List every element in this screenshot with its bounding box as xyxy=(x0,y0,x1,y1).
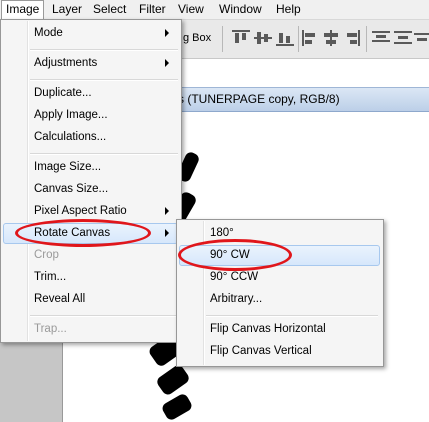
align-horizontal-center-icon[interactable] xyxy=(322,30,340,46)
menu-image[interactable]: Image xyxy=(1,0,45,19)
submenu-arrow-icon xyxy=(165,229,169,237)
menu-help[interactable]: Help xyxy=(272,1,305,18)
image-menu-dropdown: Mode Adjustments Duplicate... Apply Imag… xyxy=(0,19,182,343)
menu-item-rotate-90-ccw[interactable]: 90° CCW xyxy=(177,267,383,289)
menu-item-label: Flip Canvas Horizontal xyxy=(210,323,326,335)
menu-item-calculations[interactable]: Calculations... xyxy=(1,127,181,149)
menu-item-label: Trap... xyxy=(34,323,67,335)
menu-window[interactable]: Window xyxy=(215,1,266,18)
align-top-icon[interactable] xyxy=(232,30,250,46)
toolbar-divider xyxy=(298,26,299,52)
menu-item-apply-image[interactable]: Apply Image... xyxy=(1,105,181,127)
align-bottom-icon[interactable] xyxy=(276,30,294,46)
annotation-ellipse-90-cw xyxy=(178,239,292,271)
submenu-arrow-icon xyxy=(165,59,169,67)
distribute-top-icon[interactable] xyxy=(372,30,390,46)
annotation-ellipse-rotate-canvas xyxy=(15,219,151,247)
align-left-icon[interactable] xyxy=(302,30,320,46)
menu-item-trap: Trap... xyxy=(1,319,181,341)
menu-item-flip-vertical[interactable]: Flip Canvas Vertical xyxy=(177,341,383,363)
menu-item-label: Mode xyxy=(34,27,63,39)
menu-item-canvas-size[interactable]: Canvas Size... xyxy=(1,179,181,201)
align-right-icon[interactable] xyxy=(342,30,360,46)
menu-separator xyxy=(30,79,178,81)
align-vertical-center-icon[interactable] xyxy=(254,30,272,46)
menu-item-trim[interactable]: Trim... xyxy=(1,267,181,289)
menu-item-label: Adjustments xyxy=(34,57,98,69)
menu-item-adjustments[interactable]: Adjustments xyxy=(1,53,181,75)
menu-separator xyxy=(30,153,178,155)
menu-item-label: Apply Image... xyxy=(34,109,108,121)
bounding-box-label: g Box xyxy=(183,32,212,44)
distribute-bottom-icon[interactable] xyxy=(414,30,429,46)
menu-item-duplicate[interactable]: Duplicate... xyxy=(1,83,181,105)
document-title: s (TUNERPAGE copy, RGB/8) xyxy=(178,92,340,106)
submenu-arrow-icon xyxy=(165,207,169,215)
toolbar-divider xyxy=(366,26,367,52)
menu-item-reveal-all[interactable]: Reveal All xyxy=(1,289,181,311)
menu-bar: Image Layer Select Filter View Window He… xyxy=(0,0,429,20)
menu-item-label: Flip Canvas Vertical xyxy=(210,345,312,357)
submenu-arrow-icon xyxy=(165,29,169,37)
menu-layer[interactable]: Layer xyxy=(48,1,86,18)
menu-item-label: Pixel Aspect Ratio xyxy=(34,205,127,217)
toolbar-divider xyxy=(222,26,223,52)
menu-separator xyxy=(206,315,378,317)
menu-item-label: Trim... xyxy=(34,271,67,283)
artwork-stripe xyxy=(160,392,194,422)
menu-item-label: Arbitrary... xyxy=(210,293,263,305)
menu-item-label: Duplicate... xyxy=(34,87,92,99)
menu-item-label: Image Size... xyxy=(34,161,102,173)
menu-item-arbitrary[interactable]: Arbitrary... xyxy=(177,289,383,311)
menu-item-label: Canvas Size... xyxy=(34,183,109,195)
menu-filter[interactable]: Filter xyxy=(135,1,170,18)
menu-item-label: Reveal All xyxy=(34,293,86,305)
menu-item-flip-horizontal[interactable]: Flip Canvas Horizontal xyxy=(177,319,383,341)
menu-item-crop: Crop xyxy=(1,245,181,267)
menu-item-label: Calculations... xyxy=(34,131,107,143)
menu-separator xyxy=(30,315,178,317)
menu-view[interactable]: View xyxy=(174,1,208,18)
menu-select[interactable]: Select xyxy=(89,1,130,18)
distribute-center-icon[interactable] xyxy=(394,30,412,46)
artwork-stripe xyxy=(154,363,192,397)
menu-item-label: 180° xyxy=(210,227,234,239)
menu-item-label: Crop xyxy=(34,249,59,261)
menu-separator xyxy=(30,49,178,51)
menu-item-image-size[interactable]: Image Size... xyxy=(1,157,181,179)
menu-item-label: 90° CCW xyxy=(210,271,259,283)
menu-item-mode[interactable]: Mode xyxy=(1,23,181,45)
